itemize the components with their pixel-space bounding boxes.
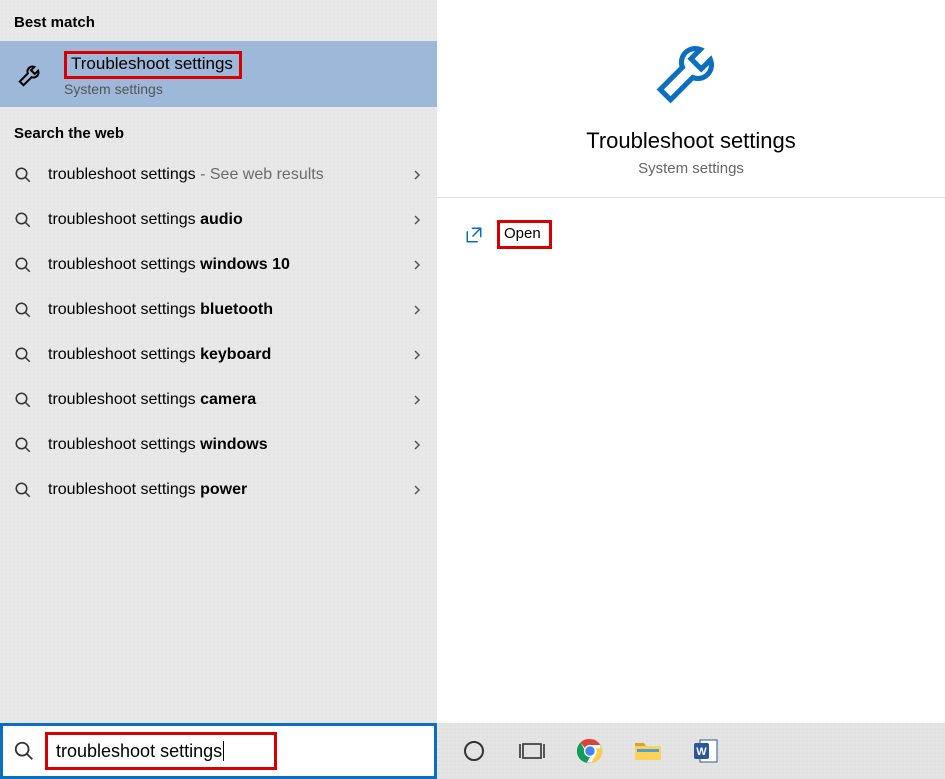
open-label: Open (497, 220, 552, 249)
best-match-title: Troubleshoot settings (71, 54, 233, 73)
web-result-label: troubleshoot settings bluetooth (48, 301, 273, 319)
cortana-icon[interactable] (459, 736, 489, 766)
web-result[interactable]: troubleshoot settings power (0, 467, 437, 512)
taskbar: W (437, 723, 945, 779)
web-result-label: troubleshoot settings keyboard (48, 346, 271, 364)
file-explorer-icon[interactable] (633, 736, 663, 766)
search-input-highlight: troubleshoot settings (45, 732, 277, 770)
web-result[interactable]: troubleshoot settings windows 10 (0, 242, 437, 287)
web-result[interactable]: troubleshoot settings audio (0, 197, 437, 242)
wrench-icon (437, 28, 945, 110)
web-result[interactable]: troubleshoot settings windows (0, 422, 437, 467)
open-icon (465, 226, 483, 244)
word-icon[interactable]: W (691, 736, 721, 766)
best-match-header: Best match (0, 0, 437, 41)
search-web-header: Search the web (0, 107, 437, 152)
web-result[interactable]: troubleshoot settings bluetooth (0, 287, 437, 332)
web-result[interactable]: troubleshoot settings - See web results (0, 152, 437, 197)
best-match-result[interactable]: Troubleshoot settings System settings (0, 41, 437, 107)
preview-pane: Troubleshoot settings System settings Op… (437, 0, 945, 723)
search-icon (14, 256, 32, 274)
search-icon (14, 436, 32, 454)
web-result-label: troubleshoot settings - See web results (48, 166, 324, 184)
text-caret (223, 741, 224, 761)
chrome-icon[interactable] (575, 736, 605, 766)
preview-subtitle: System settings (437, 160, 945, 177)
preview-title: Troubleshoot settings (437, 128, 945, 154)
web-result[interactable]: troubleshoot settings camera (0, 377, 437, 422)
chevron-right-icon (411, 484, 423, 496)
web-result-label: troubleshoot settings camera (48, 391, 256, 409)
open-action[interactable]: Open (437, 198, 945, 271)
search-icon (14, 346, 32, 364)
web-result-label: troubleshoot settings power (48, 481, 247, 499)
best-match-subtitle: System settings (64, 81, 242, 97)
web-results-list: troubleshoot settings - See web results t… (0, 152, 437, 512)
chevron-right-icon (411, 439, 423, 451)
search-icon (13, 740, 35, 762)
svg-text:W: W (696, 746, 707, 758)
chevron-right-icon (411, 394, 423, 406)
chevron-right-icon (411, 169, 423, 181)
web-result-label: troubleshoot settings audio (48, 211, 243, 229)
preview-header: Troubleshoot settings System settings (437, 0, 945, 198)
search-icon (14, 481, 32, 499)
search-icon (14, 166, 32, 184)
chevron-right-icon (411, 349, 423, 361)
search-icon (14, 391, 32, 409)
chevron-right-icon (411, 304, 423, 316)
search-icon (14, 301, 32, 319)
chevron-right-icon (411, 259, 423, 271)
search-input-value: troubleshoot settings (56, 741, 222, 762)
search-icon (14, 211, 32, 229)
search-results-pane: Best match Troubleshoot settings System … (0, 0, 437, 723)
best-match-title-highlight: Troubleshoot settings (64, 51, 242, 79)
search-box[interactable]: troubleshoot settings (0, 723, 437, 779)
wrench-icon (12, 59, 50, 89)
web-result-label: troubleshoot settings windows 10 (48, 256, 290, 274)
web-result-label: troubleshoot settings windows (48, 436, 268, 454)
task-view-icon[interactable] (517, 736, 547, 766)
chevron-right-icon (411, 214, 423, 226)
web-result[interactable]: troubleshoot settings keyboard (0, 332, 437, 377)
